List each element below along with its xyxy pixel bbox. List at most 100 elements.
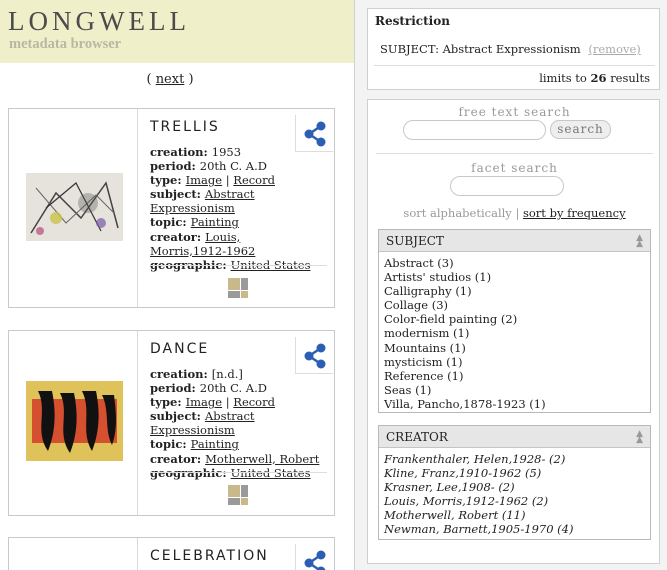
field-key: period:: [150, 381, 200, 396]
facet-search-label: facet search: [471, 161, 558, 175]
facet-value-item[interactable]: Reference (1): [384, 369, 645, 383]
sort-by-frequency-link[interactable]: sort by frequency: [523, 206, 626, 220]
item-title: DANCE: [150, 341, 210, 357]
field-key: topic:: [150, 437, 191, 452]
limits-prefix: limits to: [539, 71, 587, 85]
restriction-title: Restriction: [375, 14, 450, 28]
field-value-link[interactable]: Painting: [191, 437, 239, 451]
facet-header[interactable]: CREATOR ▲ ▲: [379, 426, 650, 448]
field-value-link[interactable]: Record: [233, 395, 275, 409]
facet-subject: SUBJECT ▲ ▲ Abstract (3) Artists' studios …: [378, 229, 651, 413]
field-value-link[interactable]: Morris,1912-1962: [150, 244, 255, 258]
facet-value-item[interactable]: Collage (3): [384, 298, 645, 312]
facet-value-item[interactable]: Abstract (3): [384, 256, 645, 270]
facet-value-item[interactable]: Frankenthaler, Helen,1928- (2): [384, 452, 645, 466]
field-row: subject: Abstract Expressionism: [150, 409, 334, 437]
field-value: |: [222, 173, 234, 188]
field-value: 20th C. A.D: [199, 381, 267, 396]
field-value-link[interactable]: Painting: [191, 215, 239, 229]
field-value-link[interactable]: Record: [233, 173, 275, 187]
field-row: creation: [n.d.]: [150, 367, 334, 381]
facet-value-item[interactable]: Calligraphy (1): [384, 284, 645, 298]
pager-close-paren: ): [188, 72, 194, 87]
thumbnail-column: [9, 538, 138, 570]
card-separator: [150, 265, 327, 266]
field-key: creation:: [150, 367, 212, 381]
facet-value-item[interactable]: modernism (1): [384, 326, 645, 340]
field-row: type: Image | Record: [150, 395, 334, 409]
share-icon: [304, 550, 326, 570]
limits-count: 26: [590, 71, 607, 85]
search-box: free text search search facet search sor…: [367, 99, 660, 564]
facet-value-item[interactable]: Kline, Franz,1910-1962 (5): [384, 466, 645, 480]
field-value-link[interactable]: Image: [186, 173, 222, 187]
pager: ( next ): [0, 72, 340, 87]
free-text-search-label: free text search: [458, 105, 571, 119]
facet-value-item[interactable]: Seas (1): [384, 383, 645, 397]
restriction-limits: limits to 26 results: [539, 71, 650, 85]
result-card: CELEBRATION: [8, 537, 335, 570]
artwork-thumbnail-trellis[interactable]: [26, 173, 123, 241]
field-key: subject:: [150, 409, 205, 424]
artwork-thumbnail-dance[interactable]: [26, 381, 123, 461]
field-key: subject:: [150, 187, 205, 202]
thumbnail-column: [9, 109, 138, 307]
pager-open-paren: (: [146, 72, 152, 87]
field-row: subject: Abstract Expressionism: [150, 187, 334, 215]
facet-value-item[interactable]: Motherwell, Robert (11): [384, 508, 645, 522]
field-row: Morris,1912-1962: [150, 244, 334, 258]
facet-title: CREATOR: [386, 430, 448, 444]
limits-suffix: results: [610, 71, 650, 85]
field-row: period: 20th C. A.D: [150, 159, 334, 173]
field-row: creation: 1953: [150, 145, 334, 159]
sort-divider: |: [515, 206, 520, 220]
facet-value-item[interactable]: Newman, Barnett,1905-1970 (4): [384, 522, 645, 536]
free-text-search-input[interactable]: [403, 120, 546, 140]
field-row: creator: Louis,: [150, 230, 334, 244]
field-key: topic:: [150, 215, 191, 230]
restriction-divider: [374, 65, 655, 66]
result-card: DANCE creation: [n.d.] period: 20th C. A.…: [8, 330, 335, 516]
side-panel: Restriction SUBJECT: Abstract Expression…: [354, 0, 667, 570]
search-divider: [376, 153, 653, 154]
collapse-icon[interactable]: ▲ ▲: [636, 430, 643, 445]
app-logo: LONGWELL: [8, 6, 190, 36]
restriction-subject: SUBJECT: Abstract Expressionism (remove): [380, 42, 641, 56]
facet-value-item[interactable]: Krasner, Lee,1908- (2): [384, 480, 645, 494]
remove-restriction-link[interactable]: (remove): [588, 42, 640, 56]
field-row: creator: Motherwell, Robert: [150, 452, 334, 466]
field-row: topic: Painting: [150, 215, 334, 229]
facet-search-input[interactable]: [450, 176, 564, 196]
restriction-subject-text: SUBJECT: Abstract Expressionism: [380, 42, 581, 56]
item-fields: creation: 1953 period: 20th C. A.D type: I…: [150, 145, 334, 272]
search-button[interactable]: search: [550, 120, 611, 139]
card-separator: [150, 472, 327, 473]
field-row: type: Image | Record: [150, 173, 334, 187]
facet-value-item[interactable]: Louis, Morris,1912-1962 (2): [384, 494, 645, 508]
field-key: creator:: [150, 229, 206, 244]
next-page-link[interactable]: next: [156, 72, 185, 87]
field-key: creator:: [150, 451, 206, 466]
item-title: TRELLIS: [150, 119, 220, 135]
facet-header[interactable]: SUBJECT ▲ ▲: [379, 230, 650, 252]
facet-value-item[interactable]: Villa, Pancho,1878-1923 (1): [384, 397, 645, 411]
field-value: [n.d.]: [211, 367, 243, 381]
field-value-link[interactable]: Motherwell, Robert: [205, 452, 319, 466]
facet-value-item[interactable]: Artists' studios (1): [384, 270, 645, 284]
collapse-icon[interactable]: ▲ ▲: [636, 234, 643, 249]
field-key: creation:: [150, 145, 212, 159]
thumbnail-column: [9, 331, 138, 515]
facet-value-item[interactable]: Color-field painting (2): [384, 312, 645, 326]
item-fields: creation: [n.d.] period: 20th C. A.D type:…: [150, 367, 334, 480]
restriction-box: Restriction SUBJECT: Abstract Expression…: [367, 8, 660, 90]
field-value-link[interactable]: Image: [186, 395, 222, 409]
facet-value-item[interactable]: Mountains (1): [384, 341, 645, 355]
grid-view-icon[interactable]: [228, 485, 248, 505]
share-button[interactable]: [295, 544, 333, 570]
facet-value-item[interactable]: mysticism (1): [384, 355, 645, 369]
field-value: 20th C. A.D: [199, 159, 267, 174]
field-value-link[interactable]: Louis,: [205, 230, 240, 244]
field-key: type:: [150, 173, 186, 188]
grid-view-icon[interactable]: [228, 278, 248, 298]
sort-alphabetically-option[interactable]: sort alphabetically: [403, 206, 511, 220]
